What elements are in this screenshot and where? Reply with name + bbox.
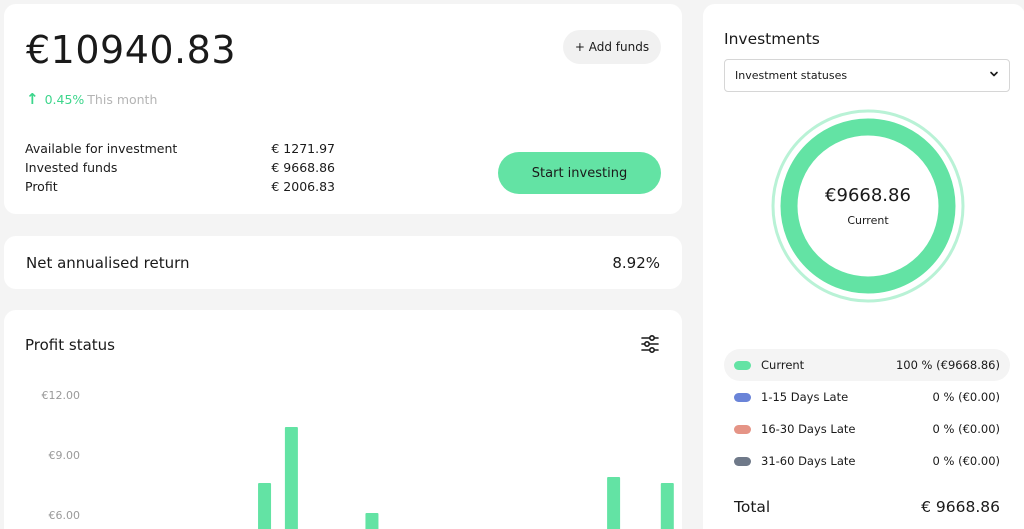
swatch-31-60-days <box>734 456 751 466</box>
legend-value: 0 % (€0.00) <box>932 454 1000 468</box>
stat-value: € 1271.97 <box>271 141 335 156</box>
growth-period: This month <box>87 91 158 107</box>
monthly-growth: ↑ 0.45% This month <box>26 90 157 108</box>
profit-bar[interactable] <box>607 477 621 529</box>
legend-label: 16-30 Days Late <box>761 422 856 436</box>
start-investing-button[interactable]: Start investing <box>498 152 661 194</box>
filter-sliders-icon[interactable] <box>638 332 662 356</box>
donut-label: Current <box>847 214 889 227</box>
investments-title: Investments <box>724 30 820 48</box>
swatch-current <box>734 360 751 370</box>
donut-amount: €9668.86 <box>825 185 911 206</box>
legend-label: 31-60 Days Late <box>761 454 856 468</box>
stat-label: Available for investment <box>25 141 178 156</box>
balance-card: €10940.83 + Add funds ↑ 0.45% This month… <box>4 4 682 214</box>
stat-invested: Invested funds € 9668.86 <box>25 158 335 177</box>
chevron-down-icon <box>989 69 999 82</box>
profit-bar[interactable] <box>660 483 674 529</box>
net-return-label: Net annualised return <box>26 253 190 272</box>
profit-status-title: Profit status <box>25 336 115 354</box>
select-value: Investment statuses <box>735 69 848 82</box>
balance-amount: €10940.83 <box>26 28 236 72</box>
legend-label: 1-15 Days Late <box>761 390 849 404</box>
profit-bar[interactable] <box>284 427 298 529</box>
stat-available: Available for investment € 1271.97 <box>25 139 335 158</box>
investment-status-select[interactable]: Investment statuses <box>724 59 1010 92</box>
legend-item-1-15-days-late[interactable]: 1-15 Days Late 0 % (€0.00) <box>724 381 1010 413</box>
profit-bar[interactable] <box>258 483 272 529</box>
swatch-16-30-days <box>734 424 751 434</box>
growth-percent: 0.45% <box>44 91 85 107</box>
balance-stats: Available for investment € 1271.97 Inves… <box>25 139 335 196</box>
stat-profit: Profit € 2006.83 <box>25 177 335 196</box>
donut-center: €9668.86 Current <box>770 108 966 304</box>
investments-total: Total € 9668.86 <box>734 498 1000 516</box>
legend-item-31-60-days-late[interactable]: 31-60 Days Late 0 % (€0.00) <box>724 445 1010 477</box>
arrow-up-icon: ↑ <box>26 90 39 108</box>
net-return-value: 8.92% <box>612 253 660 272</box>
legend-item-current[interactable]: Current 100 % (€9668.86) <box>724 349 1010 381</box>
y-tick-label: €9.00 <box>49 449 81 462</box>
stat-label: Profit <box>25 179 58 194</box>
legend-value: 0 % (€0.00) <box>932 422 1000 436</box>
net-return-card: Net annualised return 8.92% <box>4 236 682 289</box>
stat-value: € 2006.83 <box>271 179 335 194</box>
investments-card: Investments Investment statuses €9668.86… <box>703 4 1024 529</box>
stat-value: € 9668.86 <box>271 160 335 175</box>
total-value: € 9668.86 <box>921 498 1000 516</box>
swatch-1-15-days <box>734 392 751 402</box>
legend-value: 100 % (€9668.86) <box>895 358 1000 372</box>
y-tick-label: €12.00 <box>42 389 81 402</box>
profit-chart: €12.00 €9.00 €6.00 <box>42 389 674 529</box>
legend-label: Current <box>761 358 805 372</box>
profit-status-card: Profit status €12.00 €9.00 €6.00 <box>4 310 682 529</box>
legend-item-16-30-days-late[interactable]: 16-30 Days Late 0 % (€0.00) <box>724 413 1010 445</box>
profit-bar[interactable] <box>365 513 379 529</box>
legend-value: 0 % (€0.00) <box>932 390 1000 404</box>
total-label: Total <box>734 498 771 516</box>
investment-legend: Current 100 % (€9668.86) 1-15 Days Late … <box>724 349 1010 477</box>
add-funds-button[interactable]: + Add funds <box>563 30 661 64</box>
stat-label: Invested funds <box>25 160 118 175</box>
y-tick-label: €6.00 <box>49 509 81 522</box>
